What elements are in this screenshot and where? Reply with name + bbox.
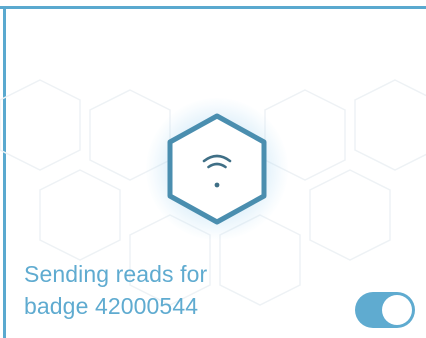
- badge-number: 42000544: [94, 293, 199, 319]
- status-line-1: Sending reads for: [24, 261, 208, 287]
- toggle-knob[interactable]: [382, 295, 412, 325]
- send-reads-toggle[interactable]: [355, 292, 415, 328]
- badge-label: badge: [24, 293, 89, 319]
- badge-read-panel: Sending reads for badge 42000544: [0, 0, 426, 338]
- badge-status-text: Sending reads for badge 42000544: [24, 258, 304, 322]
- wifi-hexagon-icon: [167, 113, 267, 225]
- status-line-2: badge 42000544: [24, 290, 304, 322]
